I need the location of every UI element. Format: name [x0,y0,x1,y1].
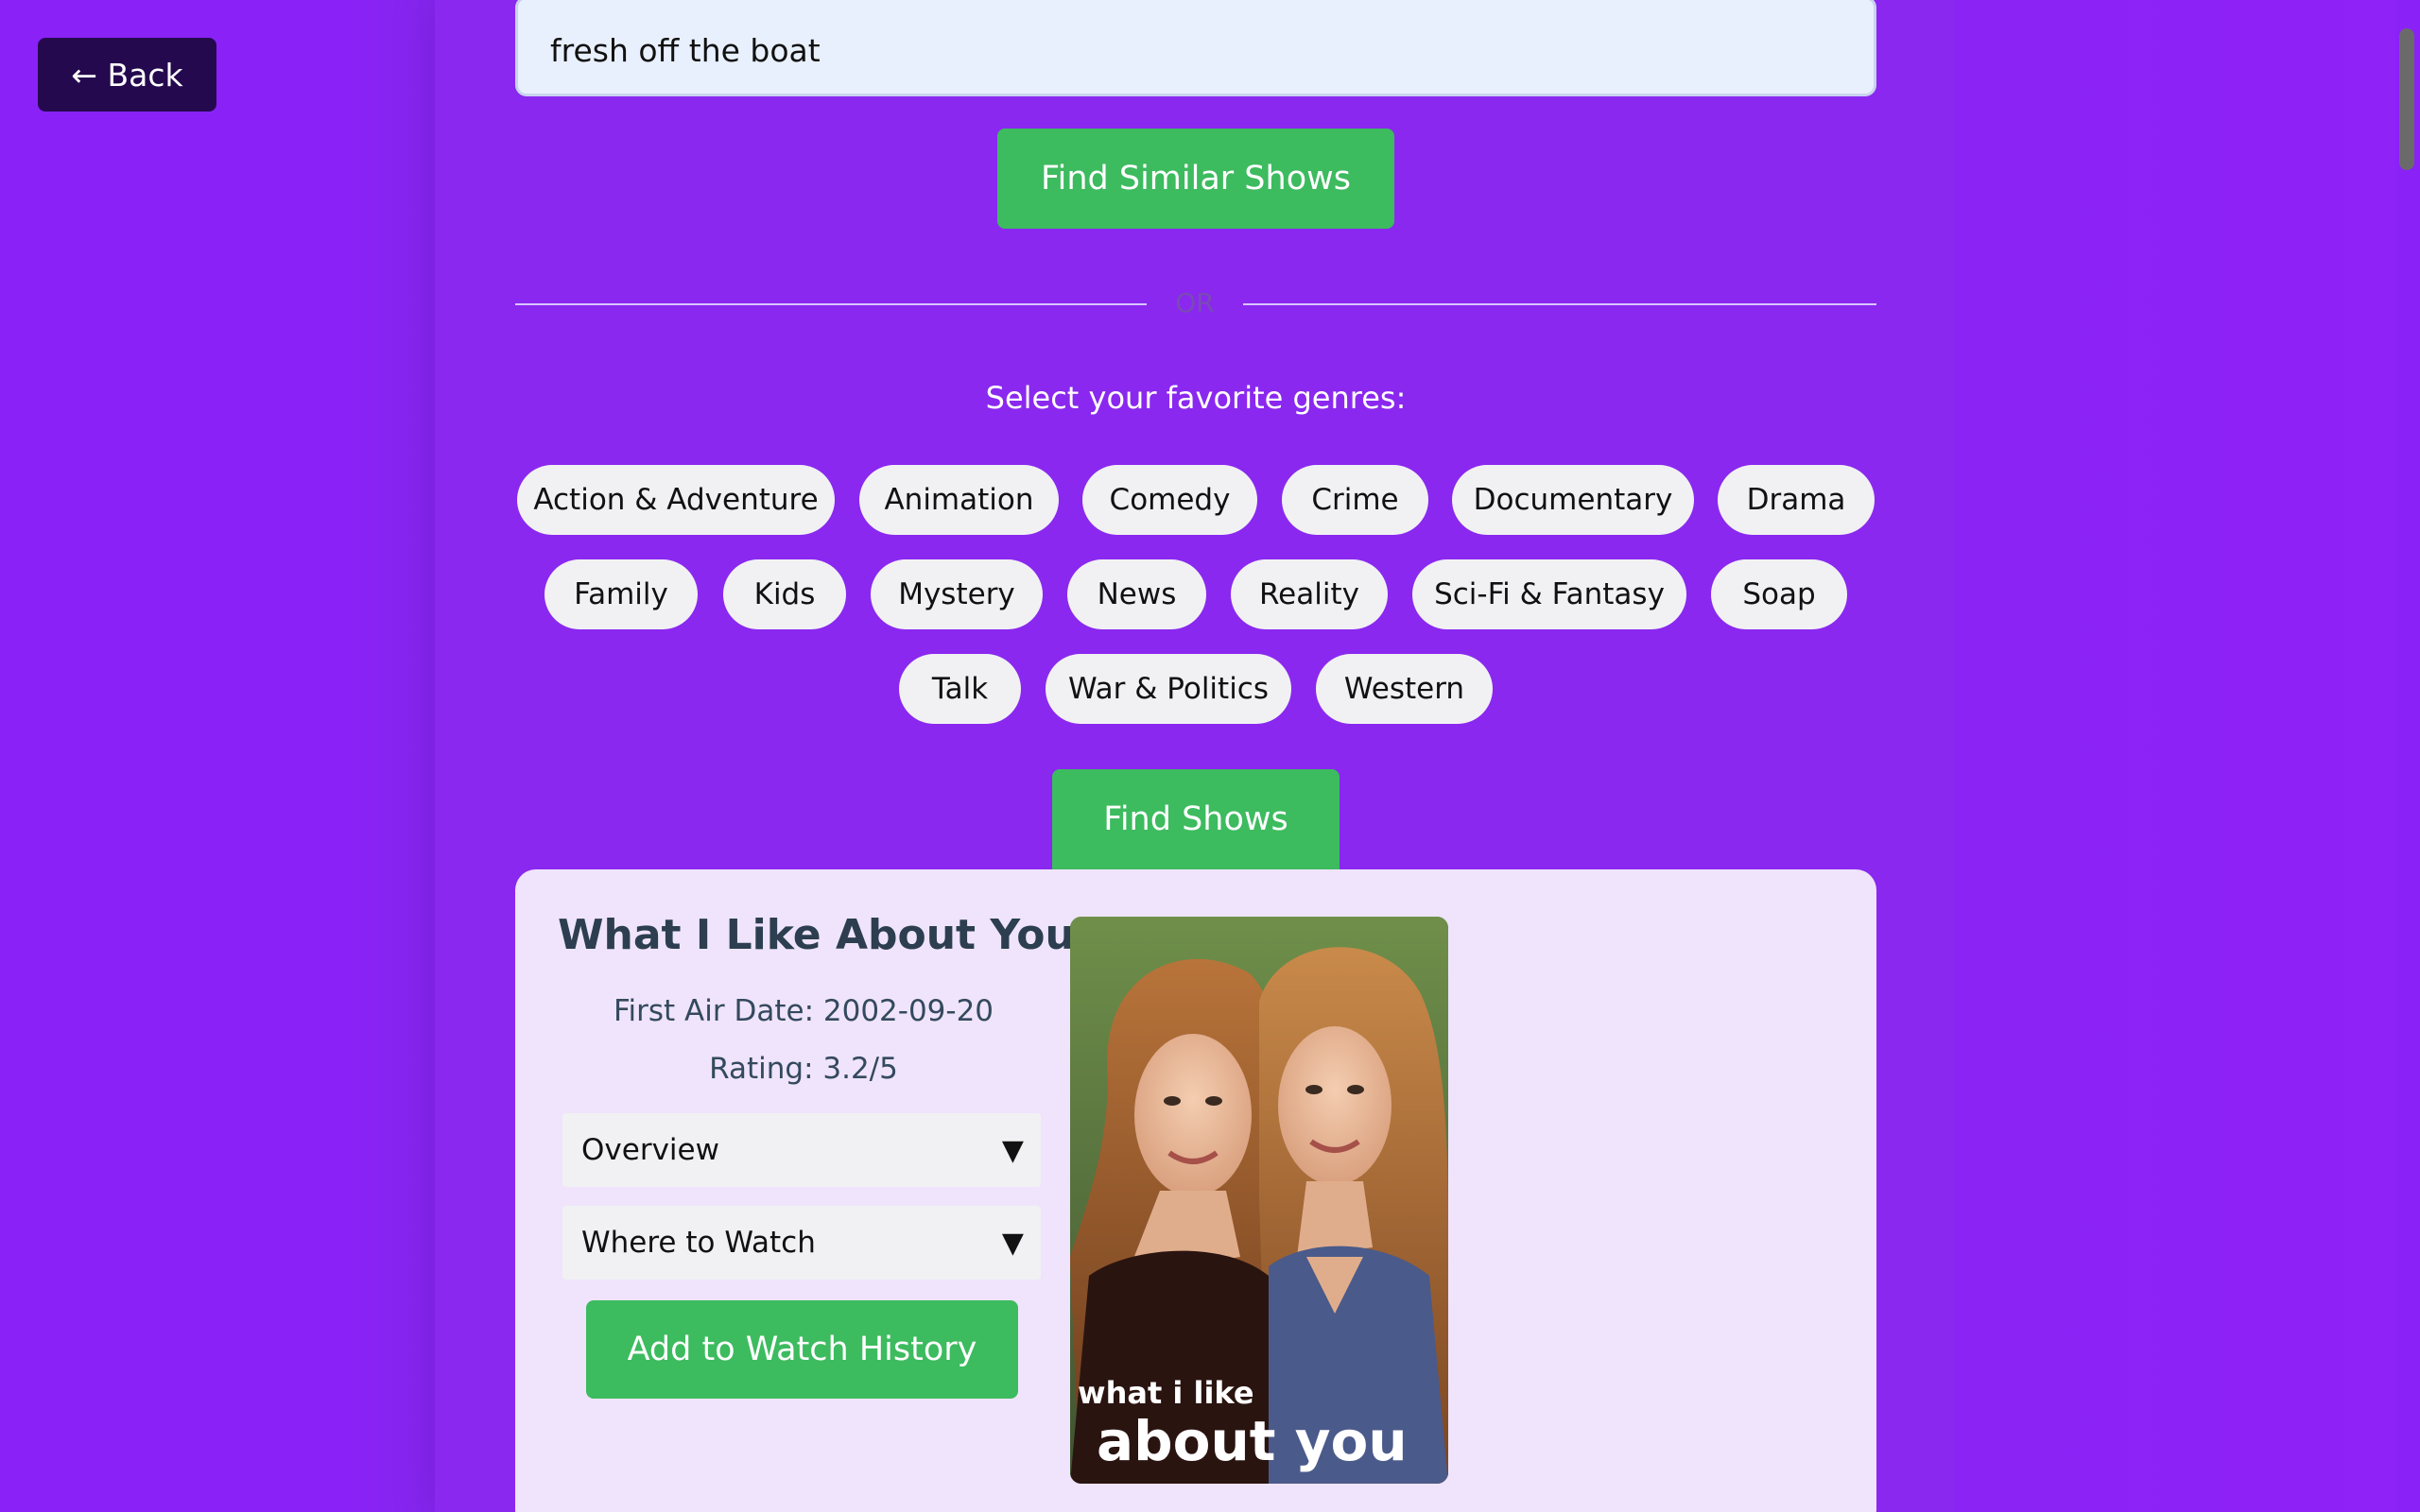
genre-chip-news[interactable]: News [1067,559,1206,629]
overview-toggle[interactable]: Overview ▼ [562,1113,1041,1187]
genre-chip-reality[interactable]: Reality [1231,559,1388,629]
triangle-down-icon: ▼ [1001,1226,1024,1260]
genre-chip-soap[interactable]: Soap [1711,559,1847,629]
page-background-right [1955,0,2395,1512]
show-poster: what i like about you [1070,917,1448,1484]
divider-or-label: OR [1175,287,1215,318]
show-search-input[interactable] [515,0,1876,96]
overview-label: Overview [581,1133,719,1167]
genre-chip-kids[interactable]: Kids [723,559,846,629]
genre-chip-action-adventure[interactable]: Action & Adventure [517,465,835,535]
first-air-date: First Air Date: 2002-09-20 [613,994,994,1028]
genre-chip-animation[interactable]: Animation [859,465,1059,535]
genre-chip-war-politics[interactable]: War & Politics [1046,654,1291,724]
genre-chip-western[interactable]: Western [1316,654,1493,724]
genre-chip-comedy[interactable]: Comedy [1082,465,1257,535]
genre-chip-talk[interactable]: Talk [899,654,1021,724]
show-title: What I Like About You [558,911,1075,959]
find-similar-shows-button[interactable]: Find Similar Shows [997,129,1394,229]
divider-line-left [515,303,1147,305]
divider-line-right [1243,303,1876,305]
genre-chip-family[interactable]: Family [544,559,698,629]
poster-title-line2: about you [1097,1409,1408,1473]
rating: Rating: 3.2/5 [709,1052,898,1086]
genre-chip-crime[interactable]: Crime [1282,465,1428,535]
find-shows-button[interactable]: Find Shows [1052,769,1340,869]
poster-image: what i like about you [1070,917,1448,1484]
add-to-watch-history-button[interactable]: Add to Watch History [586,1300,1018,1399]
page-background-left [0,0,435,1512]
scrollbar-thumb[interactable] [2399,28,2414,170]
genre-chip-drama[interactable]: Drama [1718,465,1875,535]
genre-chip-documentary[interactable]: Documentary [1452,465,1694,535]
poster-title-line1: what i like [1078,1375,1254,1411]
genres-prompt: Select your favorite genres: [985,380,1407,416]
triangle-down-icon: ▼ [1001,1133,1024,1167]
genre-chip-mystery[interactable]: Mystery [871,559,1043,629]
back-button[interactable]: ← Back [38,38,216,112]
where-to-watch-toggle[interactable]: Where to Watch ▼ [562,1206,1041,1280]
scrollbar-track[interactable] [2395,0,2420,1512]
genre-chip-sci-fi-fantasy[interactable]: Sci-Fi & Fantasy [1412,559,1686,629]
where-to-watch-label: Where to Watch [581,1226,816,1260]
